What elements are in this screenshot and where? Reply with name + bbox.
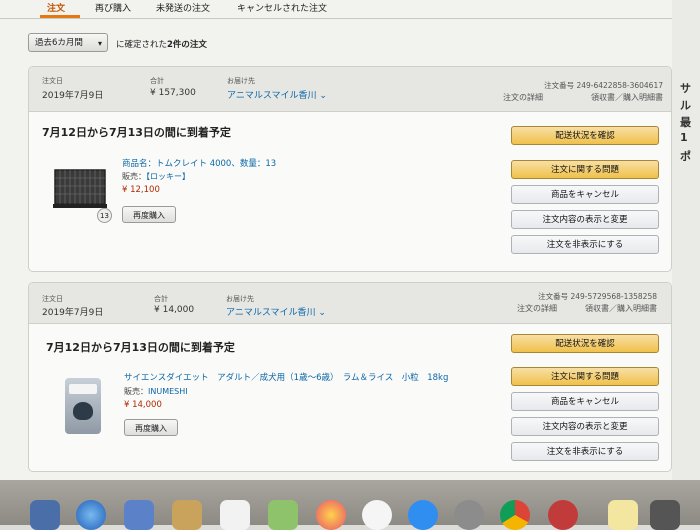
seller-info: 販売：INUMESHI [124, 386, 188, 397]
summary-count: 2件の注文 [167, 40, 207, 50]
folder-icon[interactable] [650, 500, 680, 530]
order-total: ¥ 157,300 [150, 88, 196, 98]
right-sidebar-partial: サ ル 最 1 ポ [672, 0, 700, 480]
ship-to-label: お届け先 [227, 77, 255, 85]
seller-link[interactable]: INUMESHI [148, 387, 188, 396]
buy-again-button[interactable]: 再度購入 [122, 206, 176, 223]
track-package-button[interactable]: 配送状況を確認 [511, 334, 659, 353]
order-date: 2019年7月9日 [42, 91, 104, 101]
product-price: ¥ 14,000 [124, 400, 162, 410]
right-sidebar-char: ポ [680, 150, 691, 163]
order-details-link[interactable]: 注文の詳細 [503, 92, 543, 103]
quantity-badge: 13 [97, 208, 112, 223]
maps-icon[interactable] [268, 500, 298, 530]
period-select-value: 過去6カ月間 [35, 38, 83, 48]
order-card-header: 注文日 2019年7月9日 合計 ¥ 157,300 お届け先 アニマルスマイル… [29, 67, 671, 112]
product-image-dog-food-bag[interactable] [65, 378, 101, 434]
right-sidebar-char: 1 [680, 131, 688, 144]
macos-dock [0, 480, 700, 530]
right-sidebar-char: 最 [680, 116, 691, 129]
product-price: ¥ 12,100 [122, 185, 160, 195]
tab-buy-again[interactable]: 再び購入 [95, 1, 131, 14]
order-total-label: 合計 [154, 295, 168, 303]
system-preferences-icon[interactable] [454, 500, 484, 530]
finder-icon[interactable] [30, 500, 60, 530]
ship-to-link[interactable]: アニマルスマイル香川 ⌄ [226, 305, 326, 318]
right-sidebar-char: サ [680, 82, 691, 95]
track-package-button[interactable]: 配送状況を確認 [511, 126, 659, 145]
photos-icon[interactable] [316, 500, 346, 530]
order-date-label: 注文日 [42, 295, 63, 303]
view-edit-order-button[interactable]: 注文内容の表示と変更 [511, 417, 659, 436]
period-select[interactable]: 過去6カ月間 ▾ [28, 33, 108, 52]
app-store-icon[interactable] [408, 500, 438, 530]
dog-graphic-decoration [73, 402, 93, 420]
receipt-link[interactable]: 領収書／購入明細書 [585, 303, 657, 314]
order-card-2: 注文日 2019年7月9日 合計 ¥ 14,000 お届け先 アニマルスマイル香… [28, 282, 672, 472]
tab-not-shipped[interactable]: 未発送の注文 [156, 1, 210, 14]
product-name-link[interactable]: 商品名：トムクレイト 4000、数量：13 [122, 157, 276, 169]
summary-prefix: に確定された [116, 40, 168, 50]
right-sidebar-char: ル [680, 99, 691, 112]
cancel-item-button[interactable]: 商品をキャンセル [511, 185, 659, 204]
active-tab-indicator [40, 15, 80, 18]
order-card-header: 注文日 2019年7月9日 合計 ¥ 14,000 お届け先 アニマルスマイル香… [29, 283, 671, 324]
order-problem-button[interactable]: 注文に関する問題 [511, 367, 659, 386]
order-tabs: 注文 再び購入 未発送の注文 キャンセルされた注文 [0, 0, 672, 19]
tab-cancelled[interactable]: キャンセルされた注文 [237, 1, 327, 14]
delivery-estimate: 7月12日から7月13日の間に到着予定 [46, 341, 235, 354]
order-problem-button[interactable]: 注文に関する問題 [511, 160, 659, 179]
delivery-estimate: 7月12日から7月13日の間に到着予定 [42, 126, 231, 139]
cancel-item-button[interactable]: 商品をキャンセル [511, 392, 659, 411]
seller-info: 販売：【ロッキー】 [122, 171, 190, 182]
app-icon[interactable] [548, 500, 578, 530]
ship-to-label: お届け先 [226, 295, 254, 303]
order-date: 2019年7月9日 [42, 308, 104, 318]
order-total: ¥ 14,000 [154, 305, 195, 315]
order-number: 注文番号 249-5729568-1358258 [538, 292, 657, 301]
view-edit-order-button[interactable]: 注文内容の表示と変更 [511, 210, 659, 229]
receipt-link[interactable]: 領収書／購入明細書 [591, 92, 663, 103]
hide-order-button[interactable]: 注文を非表示にする [511, 235, 659, 254]
calendar-icon[interactable] [220, 500, 250, 530]
hide-order-button[interactable]: 注文を非表示にする [511, 442, 659, 461]
seller-prefix: 販売： [124, 387, 148, 396]
orders-page: 注文 再び購入 未発送の注文 キャンセルされた注文 過去6カ月間 ▾ に確定され… [0, 0, 672, 480]
order-date-label: 注文日 [42, 77, 63, 85]
order-number: 注文番号 249-6422858-3604617 [544, 81, 663, 90]
notes-icon[interactable] [608, 500, 638, 530]
music-icon[interactable] [362, 500, 392, 530]
order-count-summary: に確定された2件の注文 [116, 38, 207, 50]
seller-prefix: 販売： [122, 172, 146, 181]
bag-label-decoration [69, 384, 97, 394]
order-total-label: 合計 [150, 77, 164, 85]
ship-to-link[interactable]: アニマルスマイル香川 ⌄ [227, 88, 327, 101]
product-image-dog-crate[interactable] [51, 164, 109, 210]
mail-icon[interactable] [124, 500, 154, 530]
chrome-icon[interactable] [500, 500, 530, 530]
buy-again-button[interactable]: 再度購入 [124, 419, 178, 436]
order-details-link[interactable]: 注文の詳細 [517, 303, 557, 314]
contacts-icon[interactable] [172, 500, 202, 530]
chevron-down-icon: ▾ [97, 39, 102, 48]
order-card-1: 注文日 2019年7月9日 合計 ¥ 157,300 お届け先 アニマルスマイル… [28, 66, 672, 272]
seller-link[interactable]: 【ロッキー】 [146, 172, 190, 181]
safari-icon[interactable] [76, 500, 106, 530]
product-name-link[interactable]: サイエンスダイエット アダルト／成犬用（1歳～6歳） ラム＆ライス 小粒 18k… [124, 371, 448, 383]
tab-orders[interactable]: 注文 [47, 1, 65, 14]
